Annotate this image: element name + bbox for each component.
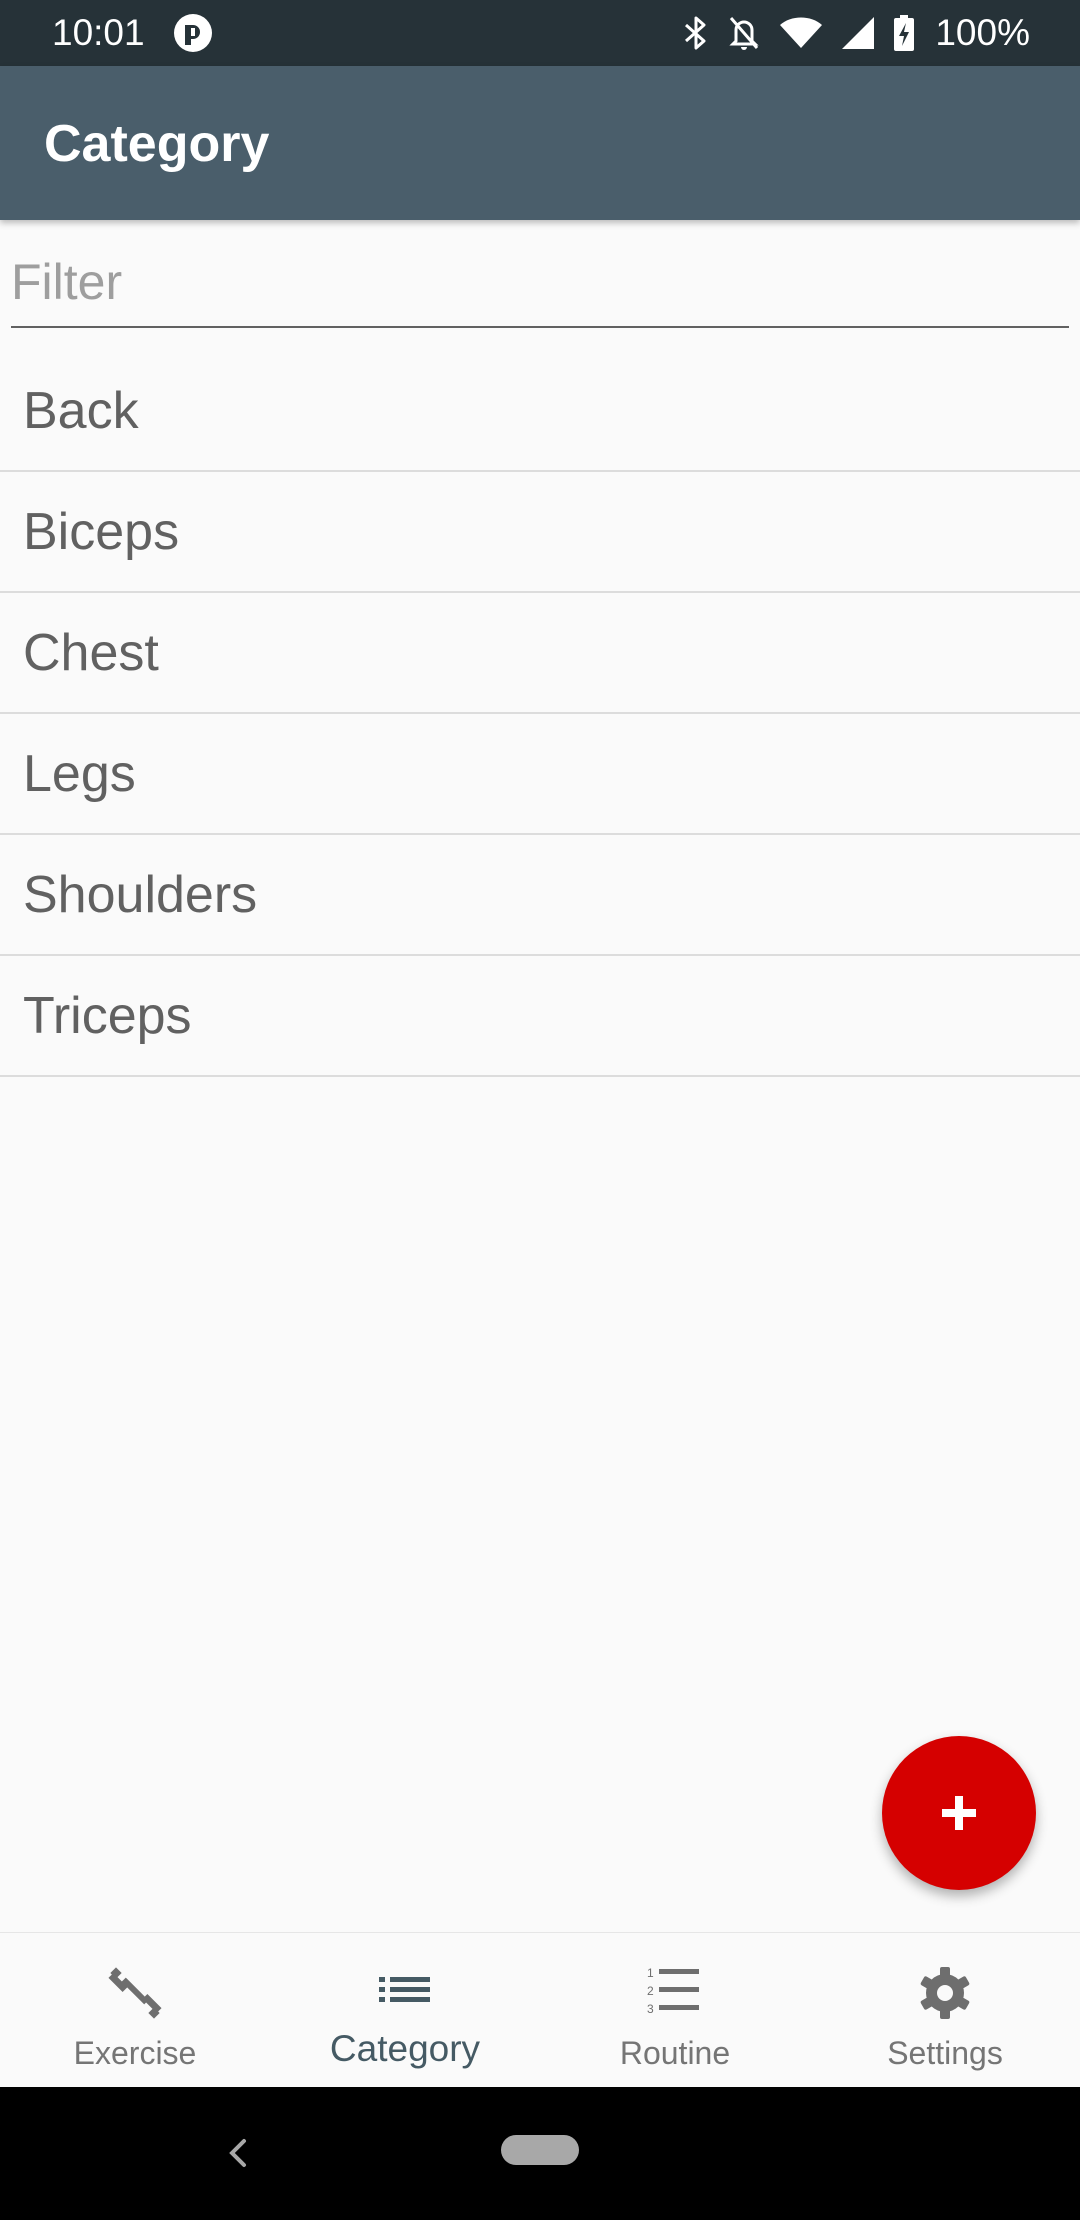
battery-percent: 100% [935,12,1030,53]
notifications-off-icon [729,17,759,50]
cell-signal-icon [842,17,875,49]
bluetooth-icon [685,16,706,50]
list-icon [379,1977,430,2002]
nav-item-settings[interactable]: Settings [810,1933,1080,2088]
app-bar: Category [0,66,1080,220]
svg-text:3: 3 [647,2002,654,2016]
list-item[interactable]: Legs [0,714,1080,835]
nav-item-category[interactable]: Category [270,1933,540,2088]
list-item[interactable]: Back [0,351,1080,472]
category-list: Back Biceps Chest Legs Shoulders Triceps [0,351,1080,1077]
gear-icon [920,1967,970,2019]
filter-input[interactable] [11,252,1069,328]
plus-icon [942,1796,976,1830]
app-notification-icon [174,14,212,52]
status-time: 10:01 [52,12,145,53]
category-label: Triceps [23,986,192,1045]
screen: 10:01 100% Category Filter Back Biceps C… [0,0,1080,2220]
list-item[interactable]: Shoulders [0,835,1080,956]
wifi-icon [780,17,823,48]
list-item[interactable]: Biceps [0,472,1080,593]
system-navigation-bar [0,2087,1080,2220]
svg-text:1: 1 [647,1966,654,1980]
battery-charging-icon [894,15,915,51]
home-pill-icon[interactable] [501,2135,579,2165]
filter-field [11,252,1069,330]
page-title: Category [44,115,270,173]
nav-label: Category [329,2028,481,2069]
nav-label: Settings [887,2035,1003,2071]
dumbbell-icon [108,1967,162,2019]
bottom-navigation: Exercise Category 1 2 3 Routine Settings [0,1932,1080,2087]
nav-item-routine[interactable]: 1 2 3 Routine [540,1933,810,2088]
list-item[interactable]: Chest [0,593,1080,714]
list-item[interactable]: Triceps [0,956,1080,1077]
back-icon[interactable] [222,2133,256,2173]
category-label: Legs [23,744,136,803]
category-label: Shoulders [23,865,258,924]
nav-label: Exercise [73,2035,197,2071]
nav-label: Routine [619,2035,731,2071]
category-label: Back [23,381,139,440]
svg-text:2: 2 [647,1984,654,1998]
category-label: Chest [23,623,159,682]
add-category-button[interactable] [882,1736,1036,1890]
category-label: Biceps [23,502,180,561]
nav-item-exercise[interactable]: Exercise [0,1933,270,2088]
numbered-list-icon: 1 2 3 [647,1966,699,2016]
status-bar: 10:01 100% [0,0,1080,66]
status-icons: 100% [683,10,1030,56]
